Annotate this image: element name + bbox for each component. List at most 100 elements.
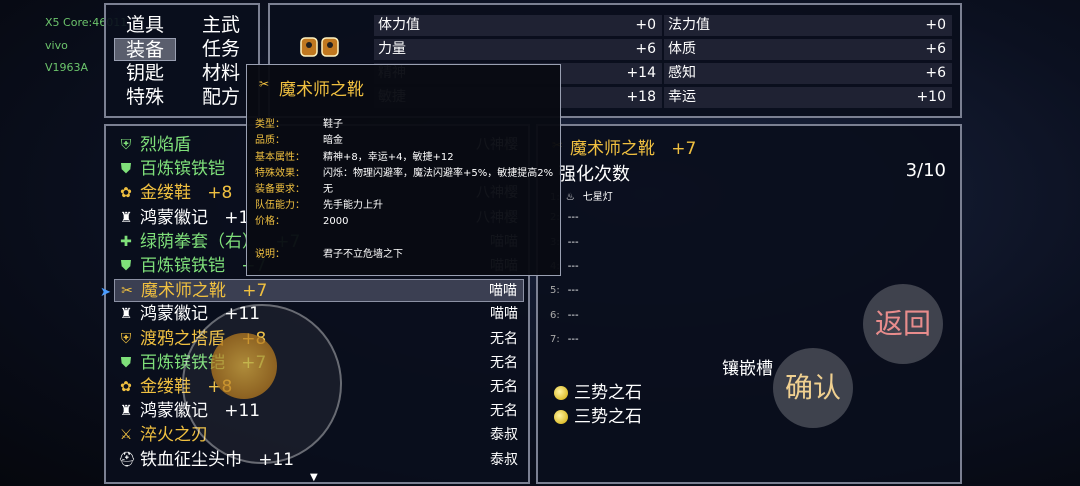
badge-icon: ♜ (119, 306, 133, 323)
tooltip-row: 装备要求： 无 (255, 180, 333, 195)
tooltip-key: 队伍能力： (255, 200, 305, 211)
tooltip-key: 类型： (255, 119, 285, 130)
slot-item: --- (567, 212, 579, 224)
tooltip-row: 价格： 2000 (255, 212, 348, 227)
item-name: 鸿蒙徽记 +1 (140, 207, 250, 228)
slot-item: --- (567, 309, 579, 321)
enhance-item-name: 魔术师之靴 (570, 139, 655, 159)
socket-stone[interactable]: 三势之石 (554, 402, 642, 427)
stat-row: 感知 +6 (664, 63, 952, 84)
tooltip-key: 特殊效果： (255, 168, 305, 179)
stat-value: +6 (635, 41, 656, 57)
badge-icon: ♜ (119, 403, 133, 420)
tooltip-row: 类型： 鞋子 (255, 115, 343, 130)
tooltip-key: 说明： (255, 249, 285, 260)
shield-icon: ⛨ (120, 137, 132, 153)
tooltip-title: 魔术师之靴 (279, 80, 364, 100)
item-tooltip: ✂ 魔术师之靴 类型： 鞋子 品质： 暗金 基本属性： 精神+8，幸运+4，敏捷+12 特殊… (246, 64, 561, 276)
item-owner: 喵喵 (489, 283, 517, 300)
tooltip-key: 品质： (255, 135, 285, 146)
badge-icon: ♜ (119, 209, 133, 226)
stone-name: 三势之石 (574, 383, 642, 403)
boots-icon (300, 37, 339, 57)
shoes-icon: ✿ (120, 185, 132, 202)
tooltip-value: 先手能力上升 (323, 200, 383, 211)
item-owner: 无名 (490, 403, 518, 420)
socket-title: 镶嵌槽 (722, 359, 773, 379)
slot-item: --- (567, 260, 579, 272)
enhance-item-title: 魔术师之靴 +7 (570, 134, 696, 159)
item-name: 烈焰盾 (140, 135, 191, 155)
tooltip-row: 品质： 暗金 (255, 131, 343, 146)
stat-label: 体质 (668, 41, 696, 57)
item-name: 魔术师之靴 +7 (141, 281, 268, 302)
enhance-slot[interactable]: 7: --- (550, 334, 579, 345)
back-button[interactable]: 返回 (863, 284, 943, 364)
stat-value: +14 (626, 65, 656, 81)
armor-icon: ⛊ (120, 354, 132, 371)
stat-row: 法力值 +0 (664, 15, 952, 36)
socket-stone[interactable]: 三势之石 (554, 378, 642, 403)
tooltip-key: 基本属性： (255, 152, 305, 163)
stat-value: +0 (925, 17, 946, 33)
tooltip-value: 闪烁：物理闪避率，魔法闪避率+5%，敏捷提高2% (323, 168, 554, 179)
item-owner: 泰叔 (490, 427, 518, 444)
item-owner: 泰叔 (490, 451, 518, 468)
stone-icon (554, 410, 568, 424)
armor-icon: ⛊ (120, 258, 132, 274)
menu-item-main-weapon[interactable]: 主武 (190, 14, 252, 37)
stat-value: +18 (626, 89, 656, 105)
stat-label: 体力值 (378, 17, 420, 33)
stat-row: 体质 +6 (664, 39, 952, 60)
lamp-icon: ♨ (565, 192, 575, 203)
tooltip-key: 价格： (255, 216, 285, 227)
menu-item-special[interactable]: 特殊 (114, 86, 176, 109)
tooltip-value: 精神+8，幸运+4，敏捷+12 (323, 152, 454, 163)
menu-item-items[interactable]: 道具 (114, 14, 176, 37)
enhance-slot[interactable]: 6: --- (550, 310, 579, 321)
list-item[interactable]: ⛑ 铁血征尘头巾 +11 泰叔 (114, 449, 524, 472)
selection-pointer-icon: ➤ (100, 285, 111, 300)
stat-value: +6 (925, 41, 946, 57)
menu-item-quests[interactable]: 任务 (190, 38, 252, 61)
glove-icon: ✚ (120, 233, 132, 250)
menu-item-keys[interactable]: 钥匙 (114, 62, 176, 85)
tooltip-row: 说明： 君子不立危墙之下 (255, 245, 403, 260)
stat-row: 体力值 +0 (374, 15, 662, 36)
confirm-button[interactable]: 确认 (773, 348, 853, 428)
slot-item: --- (567, 333, 579, 345)
slot-item: --- (567, 236, 579, 248)
stat-label: 力量 (378, 41, 406, 57)
tower-shield-icon: ⛨ (120, 330, 132, 347)
joystick-knob-icon[interactable] (211, 333, 277, 399)
boots-icon: ✂ (259, 77, 270, 91)
item-owner: 无名 (490, 379, 518, 395)
tooltip-value: 2000 (323, 216, 349, 227)
stat-row: 幸运 +10 (664, 87, 952, 108)
tooltip-value: 鞋子 (323, 119, 343, 130)
item-owner: 无名 (490, 354, 518, 371)
stat-row: 力量 +6 (374, 39, 662, 60)
enhance-slot[interactable]: 5: --- (550, 285, 579, 296)
boots-icon: ✂ (121, 283, 133, 300)
item-owner: 喵喵 (490, 306, 518, 323)
slot-item: --- (567, 285, 579, 297)
slot-item: 七星灯 (582, 192, 613, 203)
list-item[interactable]: ✂ 魔术师之靴 +7 喵喵 (114, 279, 524, 303)
list-item[interactable]: ♜ 鸿蒙徽记 +11 喵喵 (114, 303, 524, 326)
sword-icon: ⚔ (119, 427, 133, 444)
stat-value: +6 (925, 65, 946, 81)
menu-item-equipment[interactable]: 装备 (114, 38, 176, 61)
tooltip-key: 装备要求： (255, 184, 305, 195)
menu-item-recipes[interactable]: 配方 (190, 86, 252, 109)
shoes-icon: ✿ (120, 379, 132, 395)
item-owner: 无名 (490, 330, 518, 347)
menu-item-materials[interactable]: 材料 (190, 62, 252, 85)
tooltip-value: 无 (323, 184, 333, 195)
category-menu: 道具 主武 装备 任务 钥匙 材料 特殊 配方 (104, 3, 260, 118)
item-name: 百炼镔铁铠 (140, 159, 225, 180)
helmet-icon: ⛑ (118, 451, 136, 468)
tooltip-row: 特殊效果： 闪烁：物理闪避率，魔法闪避率+5%，敏捷提高2% (255, 164, 553, 179)
scroll-down-icon[interactable]: ▼ (310, 472, 318, 483)
slot-number: 7: (550, 333, 560, 345)
